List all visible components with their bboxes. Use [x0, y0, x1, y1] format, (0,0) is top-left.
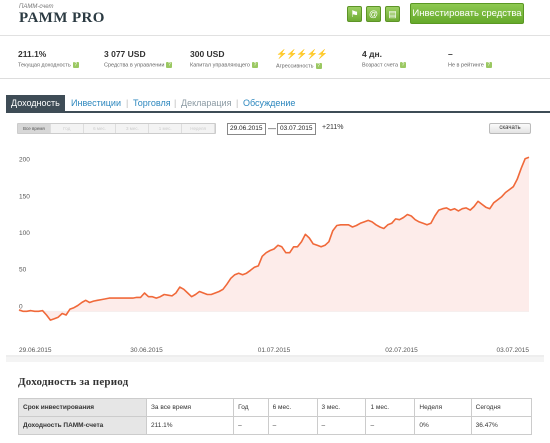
help-icon[interactable]: ? [400, 62, 407, 68]
period-all-time[interactable]: Все время [18, 124, 51, 133]
tab-separator: | [126, 98, 129, 108]
stat-current-yield: 211.1% Текущая доходность? [18, 49, 79, 68]
help-icon[interactable]: ? [166, 62, 173, 68]
table-cell: Срок инвестирования [18, 398, 147, 417]
x-tick-label: 01.07.2015 [258, 347, 291, 354]
x-tick-label: 03.07.2015 [496, 347, 529, 354]
table-cell: 211.1% [145, 416, 235, 435]
date-from-input[interactable]: 29.06.2015 [227, 123, 266, 135]
tab-declaration[interactable]: Декларация [181, 95, 231, 111]
stat-label: Агрессивность [276, 63, 314, 70]
date-range-dash: — [268, 124, 276, 133]
account-title: PAMM PRO [19, 10, 105, 26]
period-selector: Все время Год 6 мес. 3 мес. 1 мес. Недел… [17, 123, 216, 134]
stats-bar: 211.1% Текущая доходность? 3 077 USD Сре… [0, 37, 550, 79]
email-icon[interactable]: @ [366, 6, 381, 22]
y-tick-label: 0 [19, 303, 23, 310]
period-change: +211% [322, 124, 344, 131]
table-cell: – [233, 416, 269, 435]
stat-manager-capital: 300 USD Капитал управляющего? [190, 49, 258, 68]
x-tick-label: 29.06.2015 [19, 347, 52, 354]
stat-value: 211.1% [18, 49, 47, 59]
briefcase-icon[interactable]: ▤ [385, 6, 400, 22]
aggressiveness-bolts-icon: ⚡⚡⚡⚡⚡ [276, 49, 328, 59]
stat-value: – [448, 49, 453, 59]
table-cell: Год [233, 398, 269, 417]
date-to-input[interactable]: 03.07.2015 [277, 123, 316, 135]
help-icon[interactable]: ? [315, 63, 322, 69]
tab-bar: Доходность Инвестиции | Торговля | Декла… [6, 95, 550, 113]
help-icon[interactable]: ? [485, 62, 492, 68]
table-cell: Доходность ПАММ-счета [18, 416, 147, 435]
account-header: ПАММ-счет PAMM PRO ⚑ @ ▤ Инвестировать с… [0, 0, 550, 36]
yield-chart: 200 150 100 50 0 29.06.2015 30.06.2015 01.07.20… [0, 140, 550, 362]
stat-label: Возраст счета [362, 62, 399, 69]
period-1-month[interactable]: 1 мес. [149, 124, 183, 133]
table-cell: Сегодня [470, 398, 533, 417]
tab-separator: | [236, 98, 239, 108]
table-cell: 6 мес. [267, 398, 318, 417]
stat-rating: – Не в рейтинге? [448, 49, 492, 68]
invest-button[interactable]: Инвестировать средства [410, 3, 524, 24]
chart-controls: Все время Год 6 мес. 3 мес. 1 мес. Недел… [0, 120, 550, 138]
table-cell: – [267, 416, 318, 435]
x-tick-label: 02.07.2015 [385, 347, 418, 354]
stat-funds-under-management: 3 077 USD Средства в управлении? [104, 49, 173, 69]
stat-value: 4 дн. [362, 49, 382, 59]
download-button[interactable]: скачать [489, 123, 531, 134]
table-cell: – [316, 416, 367, 435]
yield-chart-svg: 200 150 100 50 0 29.06.2015 30.06.2015 01.07.20… [6, 156, 544, 362]
stat-account-age: 4 дн. Возраст счета? [362, 49, 407, 69]
period-week[interactable]: Неделя [182, 124, 215, 133]
stat-aggressiveness: ⚡⚡⚡⚡⚡ Агрессивность? [276, 49, 328, 70]
table-row: Доходность ПАММ-счета 211.1% – – – – 0% … [18, 416, 533, 435]
tab-trading[interactable]: Торговля [133, 95, 171, 111]
stat-label: Средства в управлении [104, 62, 165, 69]
y-tick-label: 50 [19, 267, 27, 274]
table-cell: – [365, 416, 416, 435]
stat-value: 300 USD [190, 49, 225, 59]
table-cell: 1 мес. [365, 398, 416, 417]
bookmark-icon[interactable]: ⚑ [347, 6, 362, 22]
y-tick-label: 200 [19, 157, 30, 164]
section-title: Доходность за период [18, 376, 129, 388]
y-tick-label: 150 [19, 193, 30, 200]
stat-label: Не в рейтинге [448, 62, 484, 69]
table-cell: За все время [145, 398, 235, 417]
tab-yield[interactable]: Доходность [6, 95, 65, 111]
help-icon[interactable]: ? [252, 62, 258, 68]
period-6-months[interactable]: 6 мес. [83, 124, 117, 133]
navigator-strip [6, 357, 544, 362]
y-tick-label: 100 [19, 230, 30, 237]
table-header-row: Срок инвестирования За все время Год 6 м… [18, 398, 533, 417]
stat-label: Капитал управляющего [190, 62, 250, 69]
stat-value: 3 077 USD [104, 49, 146, 59]
x-tick-label: 30.06.2015 [130, 347, 163, 354]
period-3-months[interactable]: 3 мес. [116, 124, 150, 133]
table-cell: Неделя [414, 398, 472, 417]
tab-investments[interactable]: Инвестиции [71, 95, 121, 111]
yield-table: Срок инвестирования За все время Год 6 м… [18, 398, 533, 435]
table-cell: 0% [414, 416, 472, 435]
yield-area [19, 157, 529, 321]
tab-discussion[interactable]: Обсуждение [243, 95, 295, 111]
help-icon[interactable]: ? [72, 62, 79, 68]
stat-label: Текущая доходность [18, 62, 71, 69]
tab-separator: | [174, 98, 177, 108]
table-cell: 36.47% [470, 416, 533, 435]
table-cell: 3 мес. [316, 398, 367, 417]
period-year[interactable]: Год [50, 124, 84, 133]
